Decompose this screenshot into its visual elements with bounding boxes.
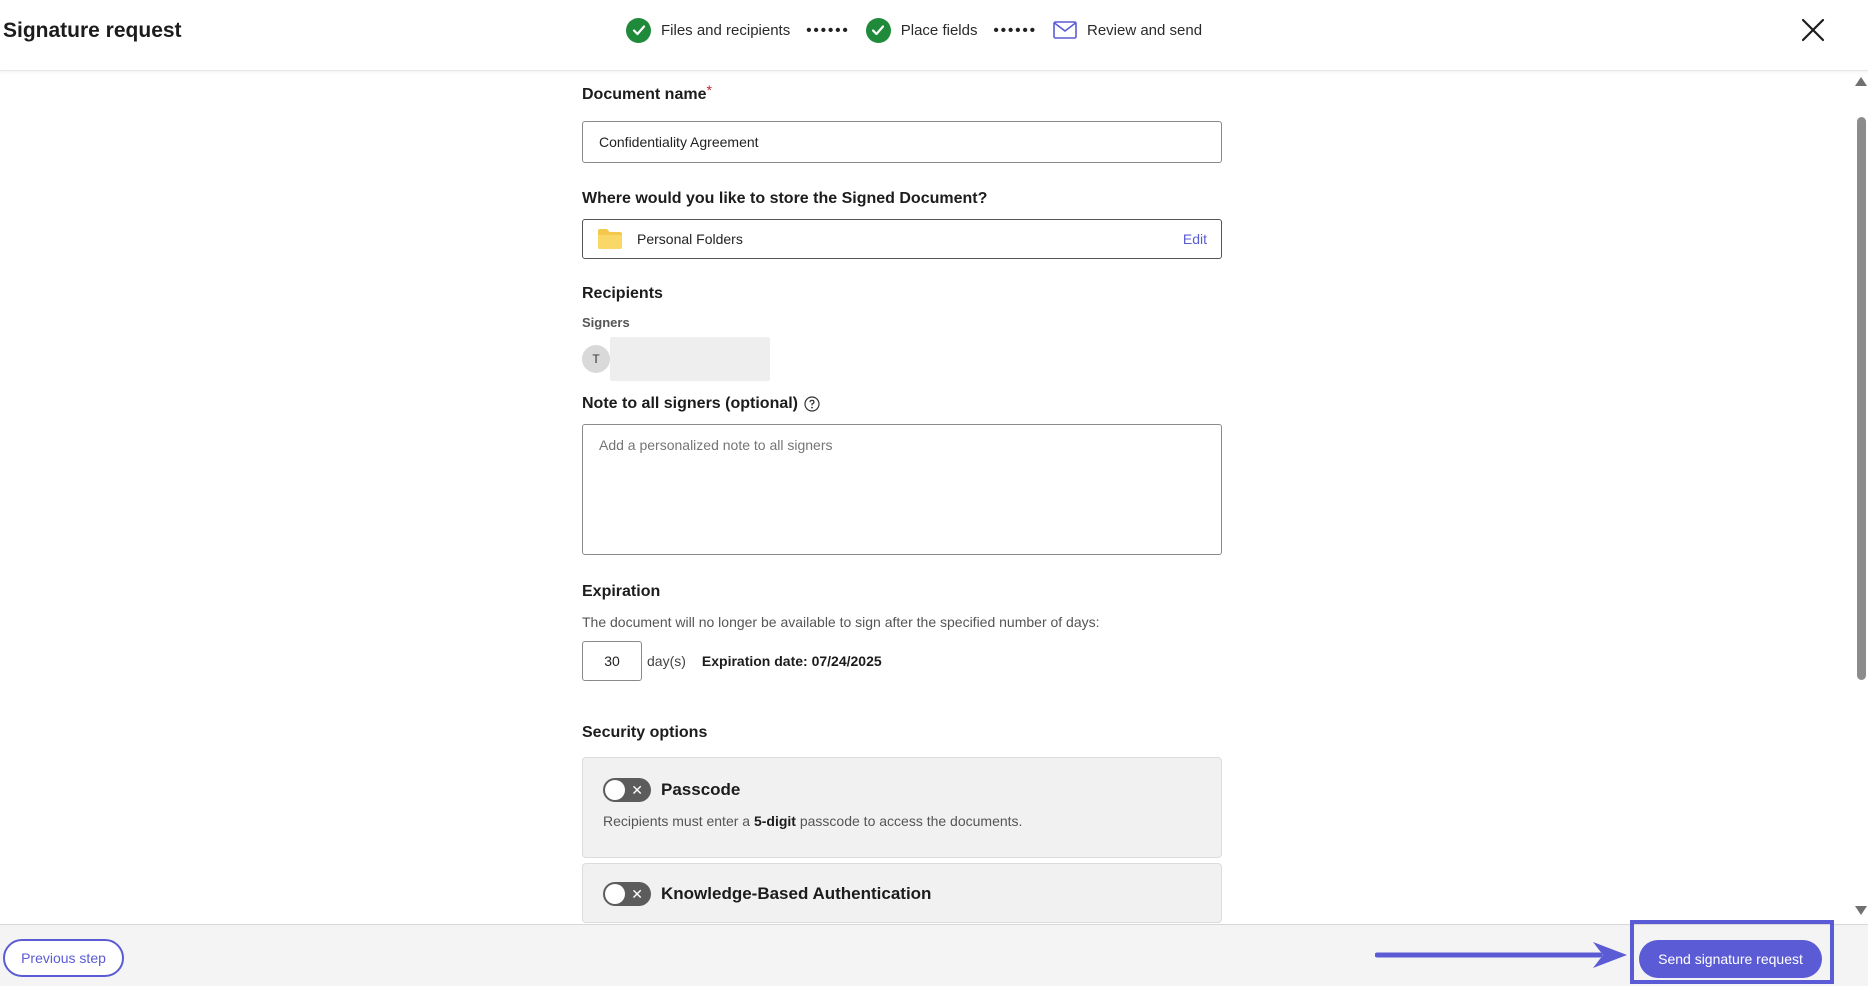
note-textarea[interactable] (582, 424, 1222, 555)
help-circle-icon[interactable] (804, 396, 820, 412)
step-label: Place fields (900, 21, 978, 39)
storage-edit-link[interactable]: Edit (1183, 231, 1207, 247)
scrollbar-thumb[interactable] (1857, 117, 1866, 680)
document-name-label-row: Document name* (582, 82, 1222, 106)
signer-avatar: T (582, 345, 610, 373)
security-option-passcode: ✕ Passcode Recipients must enter a 5-dig… (582, 757, 1222, 858)
expiration-label: Expiration (582, 583, 661, 600)
step-review-and-send[interactable]: Review and send (1053, 21, 1202, 39)
document-name-label: Document name (582, 86, 707, 103)
step-place-fields[interactable]: Place fields (865, 17, 978, 43)
step-label: Files and recipients (661, 21, 791, 39)
send-signature-request-button[interactable]: Send signature request (1639, 940, 1822, 978)
recipients-label: Recipients (582, 285, 663, 302)
check-circle-icon (865, 17, 891, 43)
passcode-toggle[interactable]: ✕ (603, 778, 651, 802)
expiration-unit: day(s) (647, 653, 686, 669)
step-files-and-recipients[interactable]: Files and recipients (626, 17, 791, 43)
toggle-off-icon: ✕ (631, 886, 643, 902)
security-option-kba: ✕ Knowledge-Based Authentication (582, 863, 1222, 923)
expiration-row: day(s) Expiration date: 07/24/2025 (582, 641, 1222, 681)
passcode-description: Recipients must enter a 5-digit passcode… (603, 813, 1201, 829)
passcode-desc-text: Recipients must enter a (603, 813, 754, 829)
signer-row: T (582, 337, 1222, 381)
note-label-row: Note to all signers (optional) (582, 395, 1222, 413)
pointer-arrow-annotation (1374, 939, 1631, 976)
signers-label: Signers (582, 315, 630, 330)
storage-label: Where would you like to store the Signed… (582, 190, 988, 207)
toggle-knob (605, 780, 625, 800)
storage-location-field: Personal Folders Edit (582, 219, 1222, 259)
close-icon[interactable] (1797, 14, 1829, 46)
toggle-knob (605, 884, 625, 904)
expiration-date: Expiration date: 07/24/2025 (701, 653, 882, 669)
signer-name-redacted (610, 337, 770, 381)
required-mark: * (706, 82, 712, 98)
kba-toggle[interactable]: ✕ (603, 882, 651, 906)
scroll-up-arrow-icon[interactable] (1855, 77, 1867, 86)
passcode-desc-text: passcode to access the documents. (795, 813, 1023, 829)
step-label: Review and send (1086, 21, 1203, 39)
kba-title: Knowledge-Based Authentication (661, 884, 932, 903)
step-separator: •••••• (993, 21, 1037, 39)
previous-step-button[interactable]: Previous step (3, 939, 124, 977)
header-bar: Signature request Files and recipients •… (0, 0, 1868, 71)
expiration-description: The document will no longer be available… (582, 614, 1100, 630)
storage-location-value: Personal Folders (637, 231, 743, 247)
envelope-icon (1053, 21, 1077, 39)
security-options-label: Security options (582, 724, 708, 741)
expiration-days-input[interactable] (582, 641, 642, 681)
page-title: Signature request (3, 19, 182, 42)
passcode-title: Passcode (661, 780, 741, 799)
document-name-input[interactable] (582, 121, 1222, 163)
note-label: Note to all signers (optional) (582, 395, 799, 412)
check-circle-icon (626, 17, 651, 43)
folder-icon (597, 228, 623, 250)
passcode-desc-bold: 5-digit (753, 813, 796, 829)
scroll-down-arrow-icon[interactable] (1855, 906, 1867, 915)
toggle-off-icon: ✕ (631, 782, 643, 798)
review-form: Document name* Where would you like to s… (582, 82, 1222, 923)
step-separator: •••••• (806, 21, 850, 39)
progress-steps: Files and recipients •••••• Place fields… (626, 15, 1202, 45)
